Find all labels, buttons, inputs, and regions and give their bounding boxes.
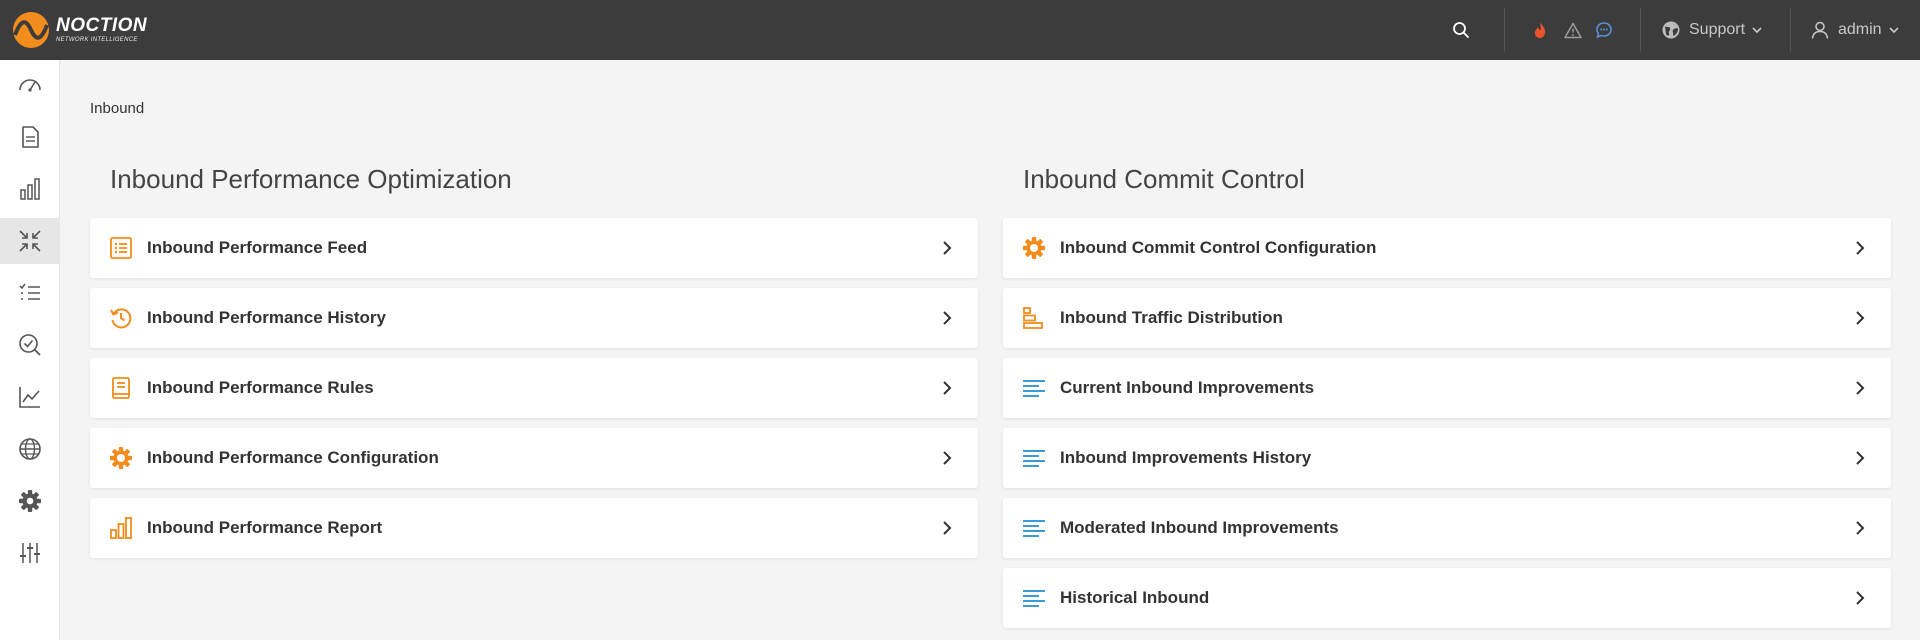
chevron-right-icon [943, 521, 952, 535]
lines-icon [1021, 515, 1047, 541]
card-inbound-performance-rules[interactable]: Inbound Performance Rules [90, 358, 978, 418]
sidebar-item-inbound[interactable] [0, 218, 60, 264]
chevron-right-icon [943, 311, 952, 325]
sidebar [0, 60, 60, 640]
sidebar-item-settings[interactable] [0, 478, 60, 524]
distribution-bars-icon [1021, 305, 1047, 331]
sidebar-item-graphs[interactable] [0, 374, 60, 420]
sidebar-item-adjustments[interactable] [0, 530, 60, 576]
search-icon[interactable] [1449, 18, 1473, 42]
section-title-commit-control: Inbound Commit Control [1023, 164, 1305, 194]
card-label: Inbound Performance Configuration [147, 448, 439, 467]
search-check-icon [19, 334, 41, 356]
gear-icon [1021, 235, 1047, 261]
sidebar-item-events[interactable] [0, 270, 60, 316]
noction-logo-icon [13, 12, 49, 48]
feed-list-icon [108, 235, 134, 261]
chevron-down-icon [1889, 27, 1899, 34]
sidebar-item-network[interactable] [0, 426, 60, 472]
document-icon [22, 126, 39, 148]
lines-icon [1021, 445, 1047, 471]
chevron-right-icon [943, 381, 952, 395]
chevron-right-icon [1856, 451, 1865, 465]
brand-tagline: NETWORK INTELLIGENCE [56, 37, 138, 43]
card-inbound-commit-control-configuration[interactable]: Inbound Commit Control Configuration [1003, 218, 1891, 278]
chevron-right-icon [1856, 381, 1865, 395]
gear-icon [19, 490, 41, 512]
card-moderated-inbound-improvements[interactable]: Moderated Inbound Improvements [1003, 498, 1891, 558]
sidebar-item-reports[interactable] [0, 114, 60, 160]
chevron-down-icon [1752, 27, 1762, 34]
card-label: Inbound Performance Report [147, 518, 383, 537]
card-inbound-performance-configuration[interactable]: Inbound Performance Configuration [90, 428, 978, 488]
chevron-right-icon [1856, 591, 1865, 605]
user-menu[interactable]: admin [1810, 0, 1900, 60]
line-chart-icon [19, 387, 40, 408]
sidebar-item-statistics[interactable] [0, 166, 60, 212]
breadcrumb: Inbound [90, 100, 145, 117]
card-inbound-performance-report[interactable]: Inbound Performance Report [90, 498, 978, 558]
user-icon [1811, 21, 1829, 39]
section-title-performance: Inbound Performance Optimization [110, 164, 512, 194]
globe-icon [19, 438, 41, 460]
chat-icon[interactable] [1592, 18, 1616, 42]
card-label: Inbound Performance Rules [147, 378, 374, 397]
card-label: Current Inbound Improvements [1060, 378, 1315, 397]
card-inbound-improvements-history[interactable]: Inbound Improvements History [1003, 428, 1891, 488]
chevron-right-icon [1856, 241, 1865, 255]
lines-icon [1021, 585, 1047, 611]
collapse-arrows-icon [19, 230, 41, 252]
card-label: Inbound Performance History [147, 308, 386, 327]
bar-chart-icon [108, 515, 134, 541]
globe-support-icon [1662, 21, 1680, 39]
card-inbound-traffic-distribution[interactable]: Inbound Traffic Distribution [1003, 288, 1891, 348]
bar-chart-icon [20, 178, 40, 200]
card-historical-inbound[interactable]: Historical Inbound [1003, 568, 1891, 628]
warning-icon[interactable] [1561, 18, 1585, 42]
user-label: admin [1838, 21, 1882, 38]
chevron-right-icon [943, 451, 952, 465]
checklist-icon [19, 283, 40, 300]
chevron-right-icon [1856, 311, 1865, 325]
card-label: Inbound Commit Control Configuration [1060, 238, 1377, 257]
card-current-inbound-improvements[interactable]: Current Inbound Improvements [1003, 358, 1891, 418]
card-label: Inbound Performance Feed [147, 238, 368, 257]
topbar-divider [1790, 8, 1791, 52]
noction-logo[interactable]: NOCTION NETWORK INTELLIGENCE [12, 10, 147, 50]
gear-icon [108, 445, 134, 471]
card-label: Historical Inbound [1060, 588, 1210, 607]
lines-icon [1021, 375, 1047, 401]
chevron-right-icon [943, 241, 952, 255]
speedometer-icon [19, 79, 41, 92]
sidebar-item-dashboard[interactable] [0, 62, 60, 108]
card-label: Inbound Traffic Distribution [1060, 308, 1283, 327]
support-label: Support [1689, 21, 1746, 38]
card-label: Inbound Improvements History [1060, 448, 1312, 467]
support-menu[interactable]: Support [1661, 0, 1763, 60]
rules-book-icon [108, 375, 134, 401]
chevron-right-icon [1856, 521, 1865, 535]
history-icon [108, 305, 134, 331]
card-inbound-performance-feed[interactable]: Inbound Performance Feed [90, 218, 978, 278]
fire-icon[interactable] [1528, 18, 1552, 42]
topbar-divider [1504, 8, 1505, 52]
top-bar: NOCTION NETWORK INTELLIGENCE Support adm… [0, 0, 1920, 60]
brand-name: NOCTION [56, 15, 148, 36]
card-inbound-performance-history[interactable]: Inbound Performance History [90, 288, 978, 348]
sliders-icon [20, 543, 40, 563]
card-label: Moderated Inbound Improvements [1060, 518, 1339, 537]
topbar-divider [1640, 8, 1641, 52]
sidebar-item-search[interactable] [0, 322, 60, 368]
